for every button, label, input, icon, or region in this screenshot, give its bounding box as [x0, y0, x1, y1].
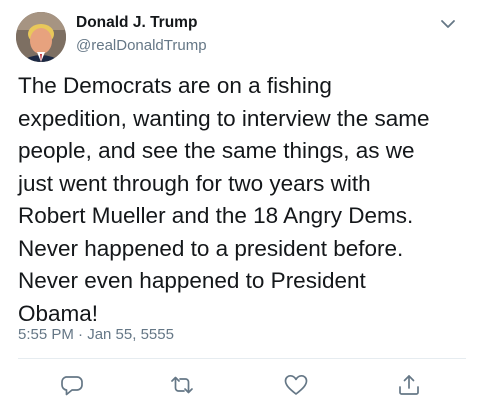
tweet-timestamp[interactable]: 5:55 PM · Jan 55, 5555: [18, 326, 174, 343]
tweet-card: Donald J. Trump @realDonaldTrump The Dem…: [0, 0, 480, 410]
author-handle[interactable]: @realDonaldTrump: [76, 37, 207, 54]
retweet-icon[interactable]: [169, 372, 195, 398]
share-icon[interactable]: [396, 372, 422, 398]
heart-icon[interactable]: [283, 372, 309, 398]
reply-icon[interactable]: [59, 372, 85, 398]
avatar[interactable]: [16, 12, 66, 62]
tweet-text: The Democrats are on a fishing expeditio…: [18, 73, 430, 326]
author-name[interactable]: Donald J. Trump: [76, 14, 197, 32]
chevron-down-icon[interactable]: [438, 14, 458, 34]
divider: [18, 358, 466, 359]
